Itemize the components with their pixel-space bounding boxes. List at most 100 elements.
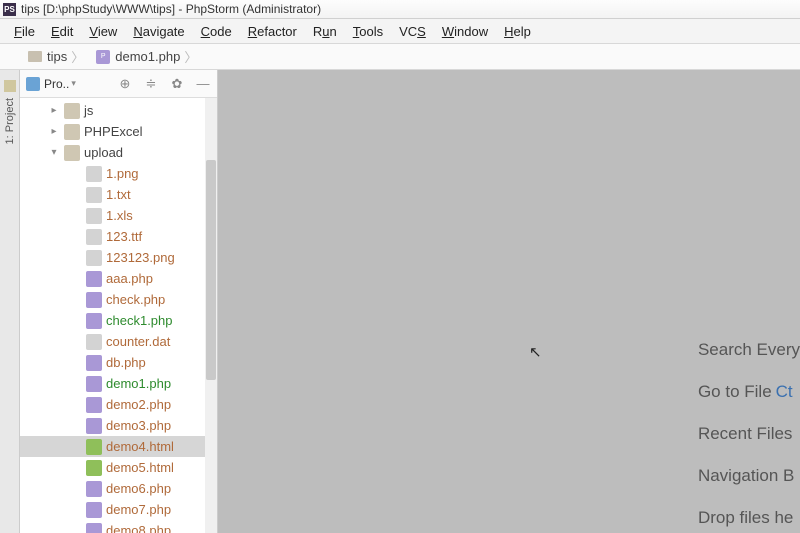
tree-node[interactable]: PHPExcel (20, 121, 217, 142)
tree-node[interactable]: counter.dat (20, 331, 217, 352)
tree-node[interactable]: upload (20, 142, 217, 163)
project-tree[interactable]: js PHPExcelupload 1.png 1.txt 1.xls 123.ttf 12… (20, 98, 217, 533)
menu-refactor[interactable]: Refactor (240, 21, 305, 42)
menu-tools[interactable]: Tools (345, 21, 391, 42)
menu-file[interactable]: File (6, 21, 43, 42)
tree-node-label: 1.png (106, 166, 139, 181)
tree-node[interactable]: 123.ttf (20, 226, 217, 247)
menu-help[interactable]: Help (496, 21, 539, 42)
tree-node-label: 1.txt (106, 187, 131, 202)
tree-node[interactable]: demo1.php (20, 373, 217, 394)
menu-vcs[interactable]: VCS (391, 21, 434, 42)
welcome-recent: Recent Files (698, 424, 792, 444)
project-icon (26, 77, 40, 91)
tree-node[interactable]: 1.xls (20, 205, 217, 226)
breadcrumb-bar: tips P demo1.php (0, 44, 800, 70)
locate-icon[interactable]: ⊕ (117, 76, 133, 92)
tree-node[interactable]: demo7.php (20, 499, 217, 520)
html-icon (86, 460, 102, 476)
file-icon (86, 187, 102, 203)
welcome-gotofile-kbd: Ct (776, 382, 793, 402)
tree-node[interactable]: check1.php (20, 310, 217, 331)
php-icon (86, 418, 102, 434)
php-icon (86, 502, 102, 518)
tree-node-label: db.php (106, 355, 146, 370)
window-title: tips [D:\phpStudy\WWW\tips] - PhpStorm (… (21, 2, 321, 16)
menu-navigate[interactable]: Navigate (125, 21, 192, 42)
tree-node-label: demo6.php (106, 481, 171, 496)
php-icon (86, 313, 102, 329)
dir-icon (64, 124, 80, 140)
gear-icon[interactable]: ✿ (169, 76, 185, 92)
dir-icon (64, 103, 80, 119)
tree-node-label: demo2.php (106, 397, 171, 412)
php-icon (86, 376, 102, 392)
folder-icon (28, 51, 42, 62)
tree-node[interactable]: 1.png (20, 163, 217, 184)
tree-node-label: 123123.png (106, 250, 175, 265)
file-icon (86, 166, 102, 182)
tree-node[interactable]: demo3.php (20, 415, 217, 436)
php-icon (86, 292, 102, 308)
tree-node-label: demo7.php (106, 502, 171, 517)
breadcrumb-label: tips (47, 49, 67, 64)
html-icon (86, 439, 102, 455)
php-file-icon: P (96, 50, 110, 64)
expand-arrow-icon[interactable] (48, 147, 60, 158)
expand-arrow-icon[interactable] (48, 105, 60, 116)
tree-node-label: aaa.php (106, 271, 153, 286)
tool-window-stripe[interactable]: 1: Project (0, 70, 20, 533)
tree-node-label: 1.xls (106, 208, 133, 223)
tree-node[interactable]: demo5.html (20, 457, 217, 478)
tree-node-label: js (84, 103, 93, 118)
tree-node[interactable]: aaa.php (20, 268, 217, 289)
menubar: File Edit View Navigate Code Refactor Ru… (0, 19, 800, 44)
welcome-search: Search Every (698, 340, 800, 360)
breadcrumb-root[interactable]: tips (22, 45, 90, 68)
project-selector[interactable]: Pro.. ▾ (26, 77, 76, 91)
menu-edit[interactable]: Edit (43, 21, 81, 42)
project-tab-label: 1: Project (4, 98, 16, 144)
scrollbar[interactable] (205, 98, 217, 533)
hide-icon[interactable]: — (195, 76, 211, 92)
tree-node-label: check1.php (106, 313, 173, 328)
welcome-drop: Drop files he (698, 508, 793, 528)
tree-node[interactable]: check.php (20, 289, 217, 310)
menu-run[interactable]: Run (305, 21, 345, 42)
project-selector-label: Pro.. (44, 77, 69, 91)
welcome-navbar: Navigation B (698, 466, 794, 486)
tree-node[interactable]: demo2.php (20, 394, 217, 415)
tree-node[interactable]: demo6.php (20, 478, 217, 499)
tree-node-label: demo4.html (106, 439, 174, 454)
app-icon: PS (3, 3, 16, 16)
tree-node[interactable]: 123123.png (20, 247, 217, 268)
mouse-cursor-icon: ↖ (529, 343, 542, 361)
collapse-icon[interactable]: ≑ (143, 76, 159, 92)
expand-arrow-icon[interactable] (48, 126, 60, 137)
tree-node[interactable]: 1.txt (20, 184, 217, 205)
tree-node[interactable]: db.php (20, 352, 217, 373)
tree-node-label: demo5.html (106, 460, 174, 475)
file-icon (86, 208, 102, 224)
menu-view[interactable]: View (81, 21, 125, 42)
breadcrumb-file[interactable]: P demo1.php (90, 45, 203, 68)
tree-node-label: counter.dat (106, 334, 170, 349)
tree-node[interactable]: demo4.html (20, 436, 217, 457)
file-icon (86, 229, 102, 245)
dir-icon (64, 145, 80, 161)
php-icon (86, 481, 102, 497)
php-icon (86, 271, 102, 287)
sidebar-header: Pro.. ▾ ⊕ ≑ ✿ — (20, 70, 217, 98)
php-icon (86, 397, 102, 413)
tree-node[interactable]: js (20, 100, 217, 121)
editor-area[interactable]: ↖ Search Every Go to File Ct Recent File… (218, 70, 800, 533)
chevron-down-icon: ▾ (71, 78, 76, 89)
php-icon (86, 523, 102, 533)
tree-node[interactable]: demo8.php (20, 520, 217, 533)
file-icon (86, 250, 102, 266)
menu-window[interactable]: Window (434, 21, 496, 42)
project-sidebar: Pro.. ▾ ⊕ ≑ ✿ — js PHPExcelupload 1.png 1.t… (20, 70, 218, 533)
menu-code[interactable]: Code (193, 21, 240, 42)
tree-node-label: 123.ttf (106, 229, 142, 244)
scrollbar-thumb[interactable] (206, 160, 216, 380)
